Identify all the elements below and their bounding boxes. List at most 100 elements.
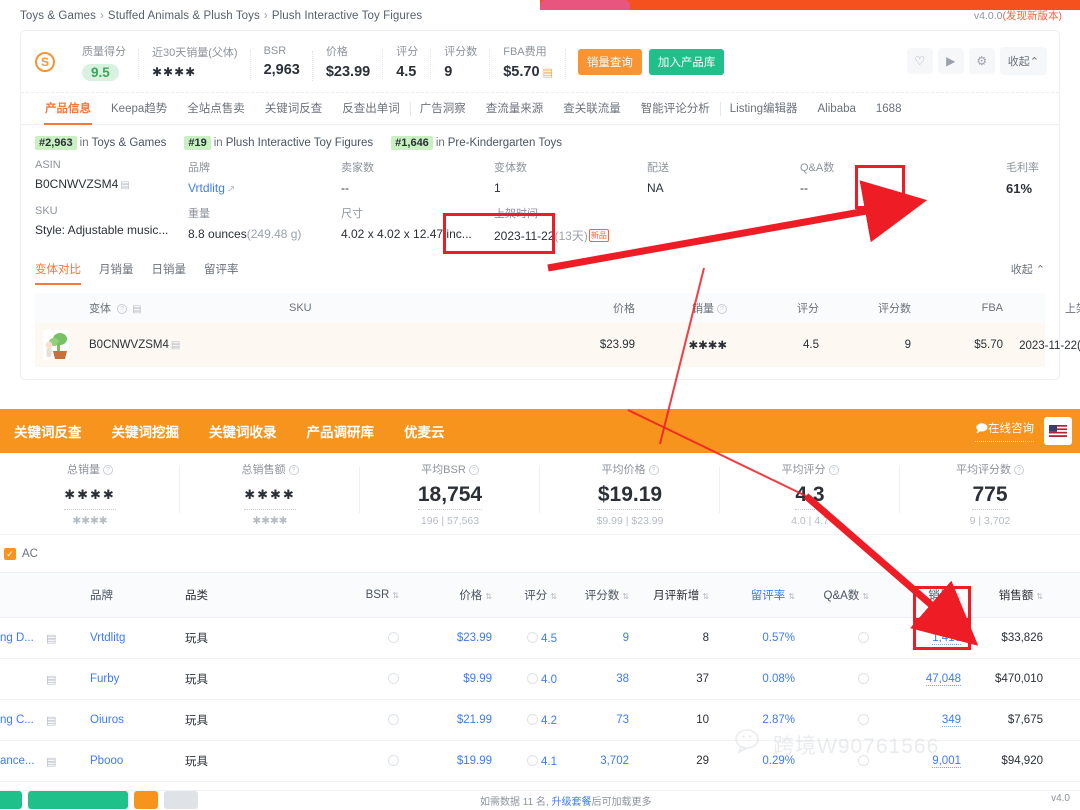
col-review-rate[interactable]: 留评率 ⇅: [709, 587, 795, 603]
row-brand[interactable]: Oiuros: [90, 714, 185, 726]
help-icon[interactable]: ?: [117, 304, 128, 314]
col-bsr[interactable]: BSR ⇅: [292, 589, 417, 601]
row-sales-value[interactable]: 349: [941, 714, 961, 727]
col-revenue[interactable]: 销售额 ⇅: [961, 587, 1057, 603]
document-icon[interactable]: ▤: [46, 632, 90, 645]
us-flag-icon[interactable]: [1044, 417, 1072, 445]
col-rating[interactable]: 评分 ⇅: [492, 587, 557, 603]
tab-reverse-order-words[interactable]: 反查出单词: [332, 93, 410, 125]
online-consult-button[interactable]: 🗩在线咨询: [975, 420, 1034, 442]
row-sales[interactable]: 9,001: [883, 755, 961, 768]
table-row[interactable]: ance... ▤ Pbooo 玩具 $19.99 4.1 3,702 29 0…: [0, 741, 1080, 782]
help-icon[interactable]: ?: [648, 465, 659, 475]
row-sales-value[interactable]: 9,001: [932, 755, 961, 768]
document-icon[interactable]: ▤: [46, 673, 90, 686]
table-row[interactable]: ▤ Furby 玩具 $9.99 4.0 38 37 0.08% 47,048 …: [0, 659, 1080, 700]
help-icon[interactable]: ?: [288, 465, 299, 475]
breadcrumb-item-2[interactable]: Plush Interactive Toy Figures: [272, 10, 422, 22]
help-icon[interactable]: ?: [828, 465, 839, 475]
onav-keyword-mining[interactable]: 关键词挖掘: [112, 421, 180, 441]
export-button[interactable]: [0, 791, 22, 809]
document-icon[interactable]: ▤: [46, 714, 90, 727]
vtab-review-rate[interactable]: 留评率: [204, 261, 239, 277]
version-new-note[interactable]: (发现新版本): [1003, 10, 1063, 22]
sort-icon[interactable]: ⇅: [862, 592, 869, 601]
collapse-card-button[interactable]: 收起⌃: [999, 47, 1047, 75]
variant-tabs[interactable]: 变体对比 月销量 日销量 留评率 收起 ⌃: [21, 255, 1059, 285]
tab-keepa-trend[interactable]: Keepa趋势: [101, 93, 177, 125]
row-title[interactable]: ng C...: [0, 714, 46, 726]
vtab-variant-compare[interactable]: 变体对比: [35, 261, 81, 285]
tab-related-traffic[interactable]: 查关联流量: [553, 93, 631, 125]
help-icon[interactable]: ?: [1014, 465, 1024, 475]
onav-product-research[interactable]: 产品调研库: [307, 421, 375, 441]
sort-icon[interactable]: ⇅: [788, 592, 795, 601]
more-button[interactable]: [164, 791, 198, 809]
breadcrumb-item-0[interactable]: Toys & Games: [20, 10, 96, 22]
help-icon[interactable]: ?: [468, 465, 479, 475]
col-qa-count[interactable]: Q&A数 ⇅: [795, 587, 883, 603]
row-sales[interactable]: 47,048: [883, 673, 961, 686]
ac-checkbox[interactable]: ✓: [4, 548, 16, 560]
upgrade-plan-link[interactable]: 升级套餐: [552, 797, 592, 808]
play-icon[interactable]: ▶: [937, 48, 964, 74]
gear-icon[interactable]: ⚙: [968, 48, 995, 74]
rank-item[interactable]: #1,646 in Pre-Kindergarten Toys: [391, 136, 562, 150]
attr-value-link[interactable]: Vrtdlitg: [188, 181, 225, 195]
row-title[interactable]: ng D...: [0, 632, 46, 644]
rank-category[interactable]: Toys & Games: [92, 137, 167, 149]
row-brand[interactable]: Pbooo: [90, 755, 185, 767]
row-sales-value[interactable]: 47,048: [925, 673, 961, 686]
product-tabs[interactable]: 产品信息 Keepa趋势 全站点售卖 关键词反查 反查出单词 广告洞察 查流量来…: [21, 93, 1059, 125]
rank-category[interactable]: Pre-Kindergarten Toys: [448, 137, 562, 149]
copy-icon[interactable]: ▤: [171, 340, 180, 351]
help-icon[interactable]: ?: [103, 465, 113, 475]
calculator-icon[interactable]: ▤: [543, 67, 553, 79]
variant-thumbnail[interactable]: [35, 330, 89, 360]
tab-keyword-reverse[interactable]: 关键词反查: [255, 93, 333, 125]
variant-asin[interactable]: B0CNWVZSM4 ▤: [89, 339, 289, 351]
rank-category[interactable]: Plush Interactive Toy Figures: [226, 137, 373, 149]
document-icon[interactable]: ▤: [46, 755, 90, 768]
copy-icon[interactable]: ▤: [132, 304, 141, 315]
tab-product-info[interactable]: 产品信息: [35, 93, 101, 125]
tab-traffic-source[interactable]: 查流量来源: [476, 93, 554, 125]
breadcrumb[interactable]: Toys & Games › Stuffed Animals & Plush Toy…: [20, 10, 422, 22]
add-to-research-button[interactable]: [28, 791, 128, 809]
heart-icon[interactable]: ♡: [906, 48, 933, 74]
sort-icon[interactable]: ⇅: [485, 592, 492, 601]
col-price[interactable]: 价格 ⇅: [417, 587, 492, 603]
table-row[interactable]: ng C... ▤ Oiuros 玩具 $21.99 4.2 73 10 2.8…: [0, 700, 1080, 741]
vtab-monthly-sales[interactable]: 月销量: [99, 261, 134, 277]
row-title[interactable]: ance...: [0, 755, 46, 767]
sort-icon[interactable]: ⇅: [702, 592, 709, 601]
row-sales[interactable]: 349: [883, 714, 961, 727]
tab-1688[interactable]: 1688: [866, 93, 912, 125]
sort-icon[interactable]: ⇅: [550, 592, 557, 601]
copy-icon[interactable]: ▤: [120, 180, 129, 191]
vtab-daily-sales[interactable]: 日销量: [152, 261, 187, 277]
rank-item[interactable]: #2,963 in Toys & Games: [35, 136, 167, 150]
sort-icon[interactable]: ⇅: [622, 592, 629, 601]
breadcrumb-item-1[interactable]: Stuffed Animals & Plush Toys: [108, 10, 260, 22]
external-link-icon[interactable]: ↗: [227, 184, 235, 195]
tab-smart-review-analysis[interactable]: 智能评论分析: [631, 93, 720, 125]
onav-keyword-index[interactable]: 关键词收录: [209, 421, 277, 441]
tab-listing-editor[interactable]: Listing编辑器: [719, 93, 808, 125]
tab-alibaba[interactable]: Alibaba: [808, 93, 866, 125]
download-button[interactable]: [134, 791, 158, 809]
row-brand[interactable]: Vrtdlitg: [90, 632, 185, 644]
variant-table-row[interactable]: B0CNWVZSM4 ▤ $23.99 ✱✱✱✱ 4.5 9 $5.70 2023…: [35, 323, 1080, 367]
onav-keyword-reverse[interactable]: 关键词反查: [14, 421, 82, 441]
tab-ad-insight[interactable]: 广告洞察: [409, 93, 476, 125]
col-rating-count[interactable]: 评分数 ⇅: [557, 587, 629, 603]
tab-all-site-sales[interactable]: 全站点售卖: [177, 93, 255, 125]
add-to-product-library-button[interactable]: 加入产品库: [648, 48, 725, 75]
rank-item[interactable]: #19 in Plush Interactive Toy Figures: [184, 136, 373, 150]
help-icon[interactable]: ?: [717, 304, 727, 314]
sales-query-button[interactable]: 销量查询: [577, 48, 642, 75]
row-brand[interactable]: Furby: [90, 673, 185, 685]
onav-youmai-cloud[interactable]: 优麦云: [404, 421, 445, 441]
sort-icon[interactable]: ⇅: [392, 591, 399, 600]
col-monthly-new-reviews[interactable]: 月评新增 ⇅: [629, 587, 709, 603]
